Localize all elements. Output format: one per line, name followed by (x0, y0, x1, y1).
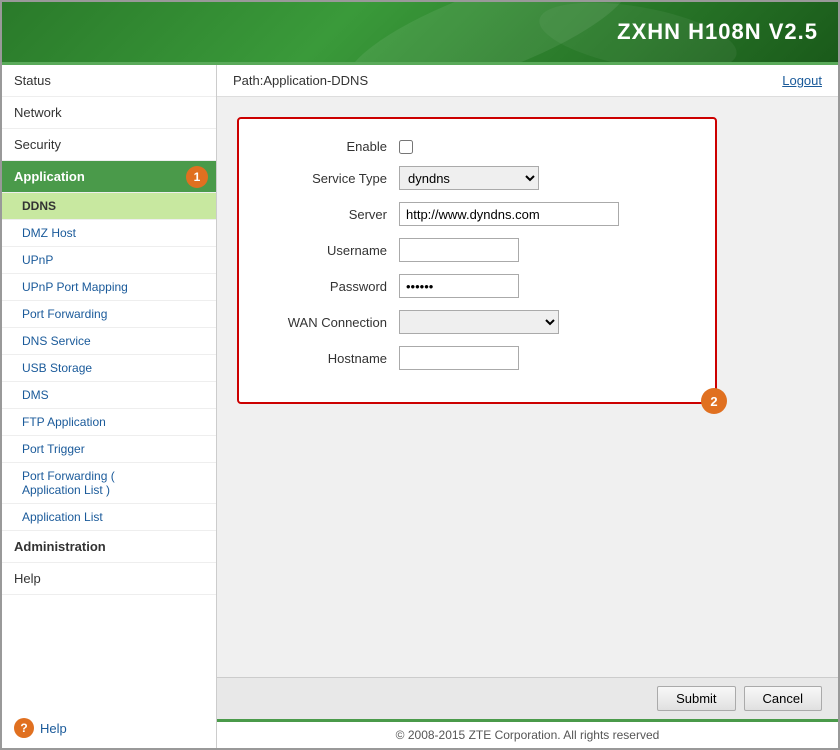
sidebar-item-status[interactable]: Status (2, 65, 216, 97)
enable-label: Enable (269, 139, 399, 154)
hostname-input[interactable] (399, 346, 519, 370)
sidebar-sub-dms[interactable]: DMS (2, 382, 216, 409)
sidebar-sub-upnp[interactable]: UPnP (2, 247, 216, 274)
username-row: Username (269, 238, 685, 262)
sidebar-item-administration[interactable]: Administration (2, 531, 216, 563)
help-label: Help (40, 721, 67, 736)
footer-buttons: Submit Cancel (217, 677, 838, 719)
sidebar-help-button[interactable]: ? Help (2, 708, 216, 748)
bottom-bar: Submit Cancel © 2008-2015 ZTE Corporatio… (217, 677, 838, 748)
app-title: ZXHN H108N V2.5 (617, 19, 818, 45)
sidebar-sub-ftp-application[interactable]: FTP Application (2, 409, 216, 436)
password-input[interactable] (399, 274, 519, 298)
server-row: Server (269, 202, 685, 226)
sidebar-sub-ddns[interactable]: DDNS (2, 193, 216, 220)
path-text: Path:Application-DDNS (233, 73, 368, 88)
sidebar-sub-usb-storage[interactable]: USB Storage (2, 355, 216, 382)
logout-link[interactable]: Logout (782, 73, 822, 88)
server-input[interactable] (399, 202, 619, 226)
username-input[interactable] (399, 238, 519, 262)
server-label: Server (269, 207, 399, 222)
sidebar-sub-port-forwarding-app[interactable]: Port Forwarding (Application List ) (2, 463, 216, 504)
hostname-row: Hostname (269, 346, 685, 370)
sidebar-sub-dmzhost[interactable]: DMZ Host (2, 220, 216, 247)
wan-connection-row: WAN Connection (269, 310, 685, 334)
sidebar-item-security[interactable]: Security (2, 129, 216, 161)
username-label: Username (269, 243, 399, 258)
service-type-select[interactable]: dyndns no-ip 3322 (399, 166, 539, 190)
copyright-bar: © 2008-2015 ZTE Corporation. All rights … (217, 719, 838, 748)
enable-row: Enable (269, 139, 685, 154)
cancel-button[interactable]: Cancel (744, 686, 822, 711)
sidebar-sub-port-trigger[interactable]: Port Trigger (2, 436, 216, 463)
sidebar-item-help[interactable]: Help (2, 563, 216, 595)
password-label: Password (269, 279, 399, 294)
application-badge: 1 (186, 166, 208, 188)
service-type-label: Service Type (269, 171, 399, 186)
sidebar-sub-application-list[interactable]: Application List (2, 504, 216, 531)
sidebar-item-network[interactable]: Network (2, 97, 216, 129)
wan-connection-select[interactable] (399, 310, 559, 334)
password-row: Password (269, 274, 685, 298)
sidebar-sub-port-forwarding[interactable]: Port Forwarding (2, 301, 216, 328)
form-badge-2: 2 (701, 388, 727, 414)
hostname-label: Hostname (269, 351, 399, 366)
service-type-row: Service Type dyndns no-ip 3322 (269, 166, 685, 190)
ddns-form-box: Enable Service Type dyndns no-ip 3322 (237, 117, 717, 404)
content-body: Enable Service Type dyndns no-ip 3322 (217, 97, 838, 677)
sidebar-item-application[interactable]: Application 1 (2, 161, 216, 193)
sidebar: Status Network Security Application 1 DD… (2, 65, 217, 748)
path-bar: Path:Application-DDNS Logout (217, 65, 838, 97)
submit-button[interactable]: Submit (657, 686, 735, 711)
header: ZXHN H108N V2.5 (2, 2, 838, 62)
copyright-text: © 2008-2015 ZTE Corporation. All rights … (396, 728, 660, 742)
help-circle-icon: ? (14, 718, 34, 738)
content-area: Path:Application-DDNS Logout Enable Serv… (217, 65, 838, 748)
enable-checkbox[interactable] (399, 140, 413, 154)
sidebar-sub-dns-service[interactable]: DNS Service (2, 328, 216, 355)
sidebar-sub-upnp-port-mapping[interactable]: UPnP Port Mapping (2, 274, 216, 301)
wan-connection-label: WAN Connection (269, 315, 399, 330)
main-content: Status Network Security Application 1 DD… (2, 62, 838, 748)
